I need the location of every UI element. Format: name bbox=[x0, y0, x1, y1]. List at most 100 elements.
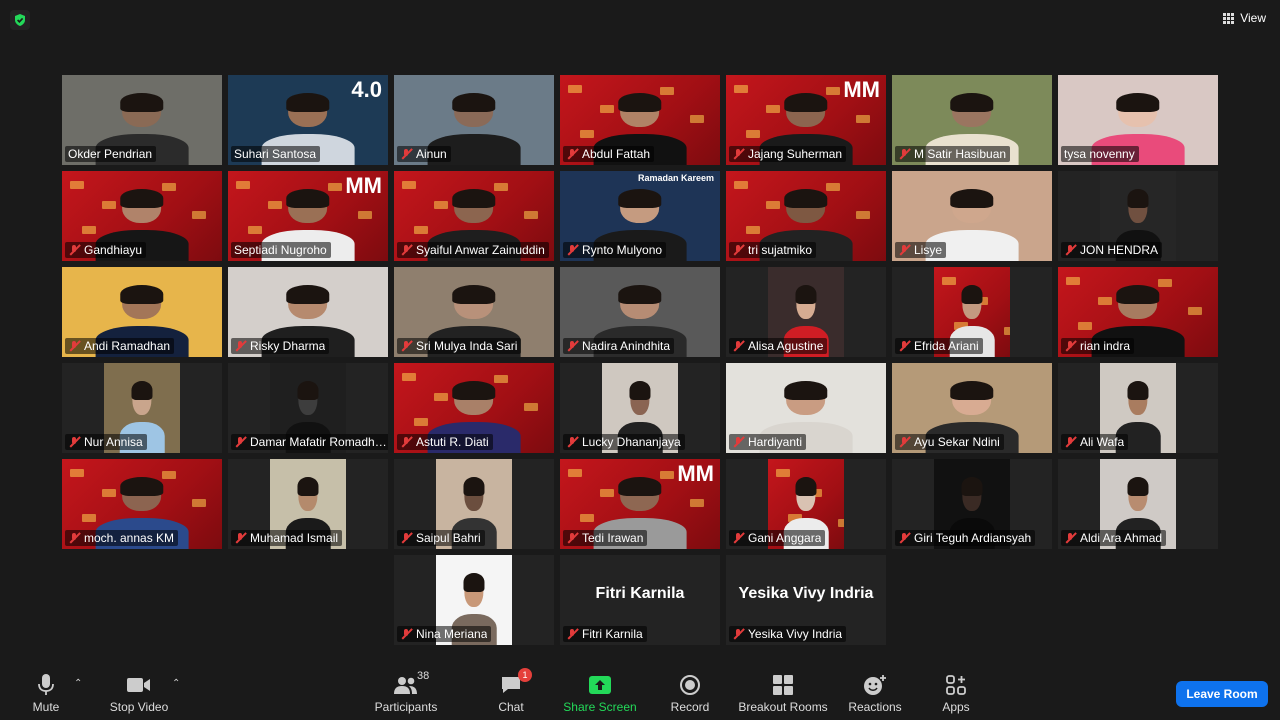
muted-microphone-icon bbox=[234, 340, 246, 352]
participant-tile[interactable]: Nina Meriana bbox=[394, 555, 554, 645]
participant-name-label: Lisye bbox=[895, 242, 947, 258]
participant-name: tri sujatmiko bbox=[748, 243, 813, 257]
participant-tile[interactable]: Saipul Bahri bbox=[394, 459, 554, 549]
participant-name: Okder Pendrian bbox=[68, 147, 153, 161]
participant-tile[interactable]: Ramadan Kareem Rynto Mulyono bbox=[560, 171, 720, 261]
participant-tile[interactable]: Efrida Ariani bbox=[892, 267, 1052, 357]
participant-name: Hardiyanti bbox=[748, 435, 803, 449]
participant-name-label: tri sujatmiko bbox=[729, 242, 817, 258]
participant-tile[interactable]: Sri Mulya Inda Sari bbox=[394, 267, 554, 357]
participant-tile[interactable]: Muhamad Ismail bbox=[228, 459, 388, 549]
participant-name: Saipul Bahri bbox=[416, 531, 481, 545]
muted-microphone-icon bbox=[566, 340, 578, 352]
muted-microphone-icon bbox=[732, 148, 744, 160]
participant-tile[interactable]: Gandhiayu bbox=[62, 171, 222, 261]
participant-name-label: Okder Pendrian bbox=[65, 146, 157, 162]
participant-name: M Satir Hasibuan bbox=[914, 147, 1007, 161]
participant-tile[interactable]: Damar Mafatir Romadhon bbox=[228, 363, 388, 453]
participant-name: Efrida Ariani bbox=[914, 339, 979, 353]
participant-name: Gani Anggara bbox=[748, 531, 822, 545]
participant-tile[interactable]: moch. annas KM bbox=[62, 459, 222, 549]
participant-name: Muhamad Ismail bbox=[250, 531, 339, 545]
participant-tile[interactable]: Alisa Agustine bbox=[726, 267, 886, 357]
participant-tile[interactable]: 4.0 Suhari Santosa bbox=[228, 75, 388, 165]
bakrie-logo-icon bbox=[580, 130, 594, 138]
participant-tile[interactable]: Abdul Fattah bbox=[560, 75, 720, 165]
participant-name-label: Rynto Mulyono bbox=[563, 242, 667, 258]
participant-name-label: Gandhiayu bbox=[65, 242, 147, 258]
participant-tile[interactable]: MM Septiadi Nugroho bbox=[228, 171, 388, 261]
bakrie-logo-icon bbox=[690, 115, 704, 123]
stop-video-button[interactable]: Stop Video bbox=[94, 672, 184, 714]
leave-room-button[interactable]: Leave Room bbox=[1176, 681, 1268, 707]
bakrie-logo-icon bbox=[826, 183, 840, 191]
participant-name-label: Septiadi Nugroho bbox=[231, 242, 331, 258]
bakrie-logo-icon bbox=[524, 211, 538, 219]
participant-name-label: Yesika Vivy Indria bbox=[729, 626, 847, 642]
participant-tile[interactable]: Ali Wafa bbox=[1058, 363, 1218, 453]
participant-tile[interactable]: Risky Dharma bbox=[228, 267, 388, 357]
participant-tile[interactable]: Andi Ramadhan bbox=[62, 267, 222, 357]
muted-microphone-icon bbox=[566, 532, 578, 544]
participant-tile[interactable]: Gani Anggara bbox=[726, 459, 886, 549]
record-button[interactable]: Record bbox=[645, 672, 735, 714]
participant-tile[interactable]: Okder Pendrian bbox=[62, 75, 222, 165]
muted-microphone-icon bbox=[68, 244, 80, 256]
participant-name: moch. annas KM bbox=[84, 531, 175, 545]
muted-microphone-icon bbox=[68, 532, 80, 544]
participant-tile[interactable]: MM Tedi Irawan bbox=[560, 459, 720, 549]
view-label: View bbox=[1240, 11, 1266, 25]
participant-tile[interactable]: Ainun bbox=[394, 75, 554, 165]
share-screen-label: Share Screen bbox=[563, 700, 637, 714]
chat-unread-badge: 1 bbox=[518, 668, 532, 682]
participant-name-label: Ainun bbox=[397, 146, 451, 162]
participant-tile[interactable]: tysa novenny bbox=[1058, 75, 1218, 165]
bakrie-logo-icon bbox=[82, 226, 96, 234]
bakrie-logo-icon bbox=[494, 375, 508, 383]
participant-tile[interactable]: Lucky Dhananjaya bbox=[560, 363, 720, 453]
background-banner-text: MM bbox=[843, 77, 880, 102]
participant-name-label: Alisa Agustine bbox=[729, 338, 828, 354]
muted-microphone-icon bbox=[898, 148, 910, 160]
chat-label: Chat bbox=[498, 700, 524, 714]
participant-tile[interactable]: JON HENDRA bbox=[1058, 171, 1218, 261]
reactions-button[interactable]: Reactions bbox=[830, 672, 920, 714]
participant-tile[interactable]: M Satir Hasibuan bbox=[892, 75, 1052, 165]
share-screen-button[interactable]: Share Screen bbox=[555, 672, 645, 714]
breakout-rooms-button[interactable]: Breakout Rooms bbox=[738, 672, 828, 714]
audio-options-chevron-icon[interactable]: ⌃ bbox=[74, 678, 82, 689]
participant-tile[interactable]: Ayu Sekar Ndini bbox=[892, 363, 1052, 453]
participant-tile[interactable]: Nur Annisa bbox=[62, 363, 222, 453]
bakrie-logo-icon bbox=[660, 87, 674, 95]
participant-tile[interactable]: MM Jajang Suherman bbox=[726, 75, 886, 165]
video-options-chevron-icon[interactable]: ⌃ bbox=[172, 678, 180, 689]
security-shield-icon[interactable] bbox=[10, 10, 30, 30]
participant-name: Ali Wafa bbox=[1080, 435, 1125, 449]
participants-button[interactable]: 38 Participants bbox=[361, 670, 451, 714]
bakrie-logo-icon bbox=[1066, 277, 1080, 285]
participant-tile[interactable]: Syaiful Anwar Zainuddin bbox=[394, 171, 554, 261]
participant-tile[interactable]: Nadira Anindhita bbox=[560, 267, 720, 357]
participant-tile[interactable]: rian indra bbox=[1058, 267, 1218, 357]
reactions-label: Reactions bbox=[848, 700, 902, 714]
grid-view-icon bbox=[1223, 12, 1235, 24]
participant-name: Rynto Mulyono bbox=[582, 243, 663, 257]
background-banner-text: MM bbox=[677, 461, 714, 486]
participant-tile[interactable]: tri sujatmiko bbox=[726, 171, 886, 261]
muted-microphone-icon bbox=[566, 436, 578, 448]
apps-button[interactable]: Apps bbox=[911, 672, 1001, 714]
participant-tile[interactable]: Yesika Vivy Indria Yesika Vivy Indria bbox=[726, 555, 886, 645]
participant-tile[interactable]: Aldi Ara Ahmad bbox=[1058, 459, 1218, 549]
participants-count: 38 bbox=[417, 670, 430, 682]
participant-tile[interactable]: Fitri Karnila Fitri Karnila bbox=[560, 555, 720, 645]
participant-tile[interactable]: Astuti R. Diati bbox=[394, 363, 554, 453]
bakrie-logo-icon bbox=[162, 183, 176, 191]
view-button[interactable]: View bbox=[1223, 8, 1266, 28]
participant-name-label: Giri Teguh Ardiansyah bbox=[895, 530, 1036, 546]
participant-tile[interactable]: Hardiyanti bbox=[726, 363, 886, 453]
participant-tile[interactable]: Giri Teguh Ardiansyah bbox=[892, 459, 1052, 549]
participant-tile[interactable]: Lisye bbox=[892, 171, 1052, 261]
muted-microphone-icon bbox=[566, 148, 578, 160]
participant-name-label: Suhari Santosa bbox=[231, 146, 321, 162]
chat-button[interactable]: 1 Chat bbox=[466, 668, 556, 714]
